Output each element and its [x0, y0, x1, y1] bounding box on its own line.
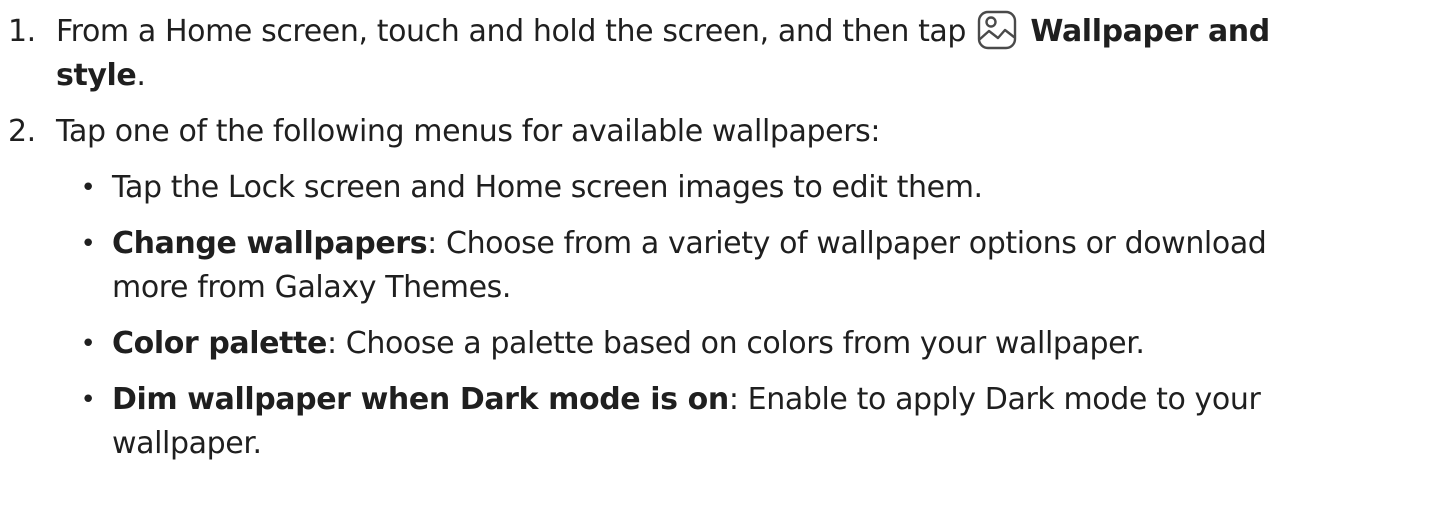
dim-wallpaper-label: Dim wallpaper when Dark mode is on — [112, 382, 729, 417]
instructions-document: 1. From a Home screen, touch and hold th… — [0, 0, 1429, 509]
dim-wallpaper-desc-line2: wallpaper. — [112, 426, 262, 461]
bullet-dot: • — [80, 329, 96, 359]
bullet-text: Color palette: Choose a palette based on… — [112, 322, 1412, 366]
step-1-period: . — [136, 58, 146, 93]
bullet-dot: • — [80, 173, 96, 203]
change-wallpapers-desc-line2: more from Galaxy Themes. — [112, 270, 512, 305]
wallpaper-image-icon — [977, 10, 1017, 50]
change-wallpapers-desc: : Choose from a variety of wallpaper opt… — [427, 226, 1267, 261]
bullet-dot: • — [80, 385, 96, 415]
bullet-dot: • — [80, 229, 96, 259]
step-number: 2. — [8, 114, 36, 149]
step-number: 1. — [8, 14, 36, 49]
color-palette-desc: : Choose a palette based on colors from … — [326, 326, 1145, 361]
step-2-text: Tap one of the following menus for avail… — [56, 114, 881, 149]
bullet-text: Dim wallpaper when Dark mode is on: Enab… — [112, 378, 1412, 422]
step-text: From a Home screen, touch and hold the s… — [56, 10, 1416, 54]
bullet-text: Change wallpapers: Choose from a variety… — [112, 222, 1412, 266]
color-palette-label: Color palette — [112, 326, 327, 361]
wallpaper-and-style-label: Wallpaper and — [1030, 14, 1270, 49]
change-wallpapers-label: Change wallpapers — [112, 226, 428, 261]
dim-wallpaper-desc: : Enable to apply Dark mode to your — [728, 382, 1261, 417]
step-1-text: From a Home screen, touch and hold the s… — [56, 14, 967, 49]
bullet-text: Tap the Lock screen and Home screen imag… — [112, 170, 983, 205]
style-label: style — [56, 58, 137, 93]
step-text-line2: style. — [56, 54, 1416, 98]
